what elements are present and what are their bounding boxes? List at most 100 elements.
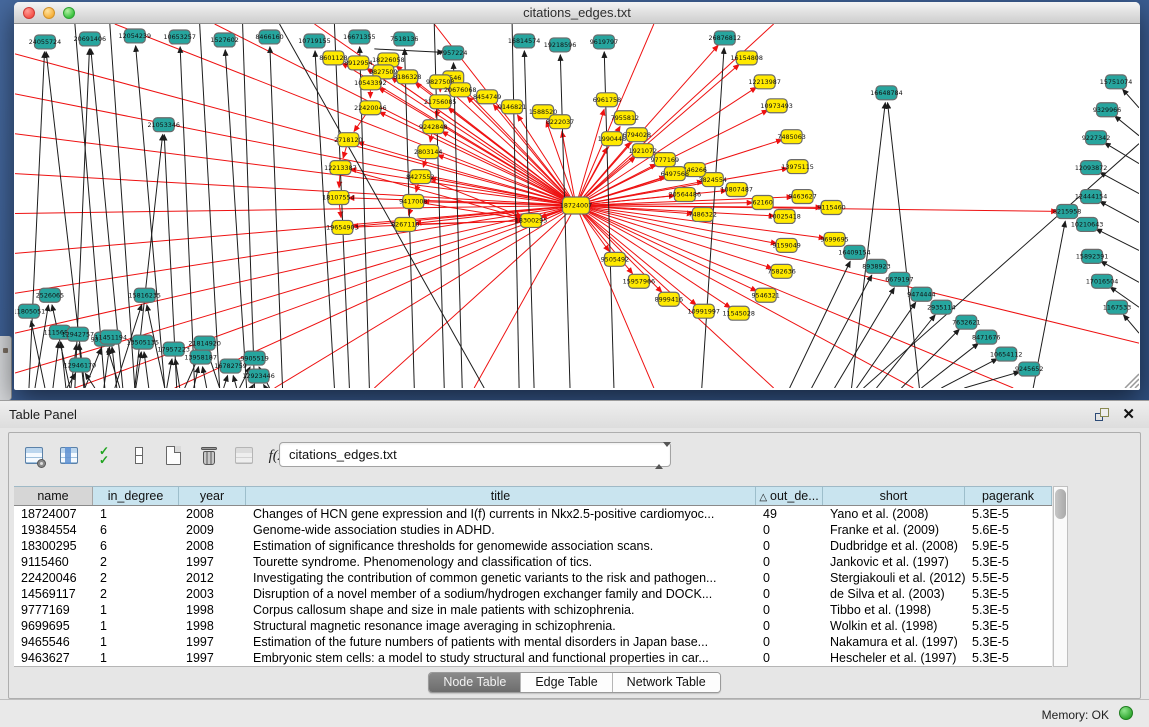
graph-edge[interactable] — [53, 342, 59, 388]
table-source-dropdown[interactable]: citations_edges.txt — [279, 442, 671, 467]
table-cell-in_degree[interactable]: 1 — [93, 618, 179, 634]
table-cell-name[interactable]: 9465546 — [14, 634, 93, 650]
graph-edge[interactable] — [374, 206, 576, 388]
table-cell-short[interactable]: Nakamura et al. (1997) — [823, 634, 965, 650]
graph-edge[interactable] — [167, 359, 172, 388]
table-row[interactable]: 946362711997Embryonic stem cells: a mode… — [14, 650, 1052, 666]
delete-icon[interactable] — [198, 445, 220, 467]
table-cell-in_degree[interactable]: 2 — [93, 554, 179, 570]
table-cell-in_degree[interactable]: 1 — [93, 506, 179, 522]
tab-node-table[interactable]: Node Table — [429, 673, 521, 692]
graph-edge[interactable] — [964, 372, 1019, 388]
graph-edge[interactable] — [1123, 315, 1139, 333]
graph-edge[interactable] — [15, 134, 576, 206]
table-cell-name[interactable]: 9777169 — [14, 602, 93, 618]
graph-edge[interactable] — [270, 47, 283, 388]
table-cell-year[interactable]: 2009 — [179, 522, 246, 538]
graph-edge[interactable] — [1123, 89, 1139, 107]
column-header-title[interactable]: title — [246, 487, 756, 505]
table-scrollbar-thumb[interactable] — [1055, 489, 1066, 519]
table-cell-out_degree[interactable]: 0 — [756, 554, 823, 570]
table-cell-short[interactable]: Franke et al. (2009) — [823, 522, 965, 538]
window-resize-grip[interactable] — [1130, 379, 1139, 388]
table-cell-year[interactable]: 1998 — [179, 618, 246, 634]
table-row[interactable]: 1938455462009Genome-wide association stu… — [14, 522, 1052, 538]
table-cell-out_degree[interactable]: 0 — [756, 538, 823, 554]
column-header-year[interactable]: year — [179, 487, 246, 505]
graph-edge[interactable] — [180, 47, 195, 388]
table-cell-out_degree[interactable]: 0 — [756, 618, 823, 634]
graph-edge[interactable] — [374, 49, 443, 52]
table-row[interactable]: 1456911722003Disruption of a novel membe… — [14, 586, 1052, 602]
new-column-icon[interactable] — [163, 445, 185, 467]
table-cell-short[interactable]: Dudbridge et al. (2008) — [823, 538, 965, 554]
graph-edge[interactable] — [1115, 116, 1139, 136]
graph-edge[interactable] — [901, 329, 959, 388]
table-cell-short[interactable]: Wolkin et al. (1998) — [823, 618, 965, 634]
graph-edge[interactable] — [15, 94, 576, 206]
table-cell-out_degree[interactable]: 49 — [756, 506, 823, 522]
table-cell-title[interactable]: Structural magnetic resonance image aver… — [246, 618, 756, 634]
graph-edge[interactable] — [15, 54, 576, 206]
table-cell-year[interactable]: 1997 — [179, 634, 246, 650]
graph-edge[interactable] — [1100, 201, 1139, 222]
table-cell-name[interactable]: 18300295 — [14, 538, 93, 554]
delete-table-icon[interactable] — [233, 445, 255, 467]
close-panel-icon[interactable]: ✕ — [1122, 405, 1135, 423]
select-column-icon[interactable] — [58, 445, 80, 467]
graph-edge[interactable] — [112, 347, 117, 388]
table-cell-year[interactable]: 2008 — [179, 506, 246, 522]
table-cell-year[interactable]: 2012 — [179, 570, 246, 586]
table-row[interactable]: 969969511998Structural magnetic resonanc… — [14, 618, 1052, 634]
table-cell-out_degree[interactable]: 0 — [756, 522, 823, 538]
table-cell-pagerank[interactable]: 5.3E-5 — [965, 586, 1052, 602]
graph-edge[interactable] — [203, 367, 207, 388]
tab-network-table[interactable]: Network Table — [613, 673, 720, 692]
table-cell-title[interactable]: Estimation of significance thresholds fo… — [246, 538, 756, 554]
graph-edge[interactable] — [453, 63, 462, 388]
table-cell-title[interactable]: Estimation of the future numbers of pati… — [246, 634, 756, 650]
table-cell-name[interactable]: 9463627 — [14, 650, 93, 666]
table-cell-title[interactable]: Corpus callosum shape and size in male p… — [246, 602, 756, 618]
graph-edge[interactable] — [200, 24, 220, 388]
table-cell-short[interactable]: de Silva et al. (2003) — [823, 586, 965, 602]
graph-edge[interactable] — [252, 385, 254, 388]
table-cell-title[interactable]: Investigating the contribution of common… — [246, 570, 756, 586]
table-scrollbar[interactable] — [1053, 486, 1068, 667]
graph-edge[interactable] — [334, 24, 349, 388]
table-cell-title[interactable]: Genome-wide association studies in ADHD. — [246, 522, 756, 538]
table-cell-name[interactable]: 18724007 — [14, 506, 93, 522]
select-all-icon[interactable]: ✓✓ — [93, 445, 115, 467]
table-cell-pagerank[interactable]: 5.3E-5 — [965, 618, 1052, 634]
table-cell-title[interactable]: Tourette syndrome. Phenomenology and cla… — [246, 554, 756, 570]
table-cell-short[interactable]: Stergiakouli et al. (2012) — [823, 570, 965, 586]
tab-edge-table[interactable]: Edge Table — [521, 673, 612, 692]
table-cell-in_degree[interactable]: 1 — [93, 650, 179, 666]
table-row[interactable]: 1830029562008Estimation of significance … — [14, 538, 1052, 554]
graph-edge[interactable] — [474, 206, 576, 388]
table-cell-year[interactable]: 1998 — [179, 602, 246, 618]
table-cell-name[interactable]: 22420046 — [14, 570, 93, 586]
table-cell-short[interactable]: Jankovic et al. (1997) — [823, 554, 965, 570]
graph-edge[interactable] — [144, 352, 149, 388]
table-row[interactable]: 977716911998Corpus callosum shape and si… — [14, 602, 1052, 618]
table-cell-name[interactable]: 9699695 — [14, 618, 93, 634]
table-cell-in_degree[interactable]: 6 — [93, 538, 179, 554]
graph-edge[interactable] — [15, 206, 576, 374]
table-cell-name[interactable]: 19384554 — [14, 522, 93, 538]
table-cell-year[interactable]: 1997 — [179, 650, 246, 666]
table-cell-pagerank[interactable]: 5.6E-5 — [965, 522, 1052, 538]
table-cell-pagerank[interactable]: 5.3E-5 — [965, 506, 1052, 522]
float-panel-icon[interactable] — [1095, 408, 1109, 421]
graph-edge[interactable] — [921, 343, 978, 388]
network-canvas-container[interactable]: 1872400724055724206914061205423910653257… — [15, 24, 1139, 388]
table-cell-out_degree[interactable]: 0 — [756, 602, 823, 618]
column-header-pagerank[interactable]: pagerank — [965, 487, 1052, 505]
graph-edge[interactable] — [264, 385, 266, 388]
table-cell-year[interactable]: 1997 — [179, 554, 246, 570]
graph-edge[interactable] — [29, 52, 45, 388]
column-header-short[interactable]: short — [823, 487, 965, 505]
graph-edge[interactable] — [108, 349, 120, 388]
graph-edge[interactable] — [888, 103, 920, 388]
table-cell-out_degree[interactable]: 0 — [756, 570, 823, 586]
